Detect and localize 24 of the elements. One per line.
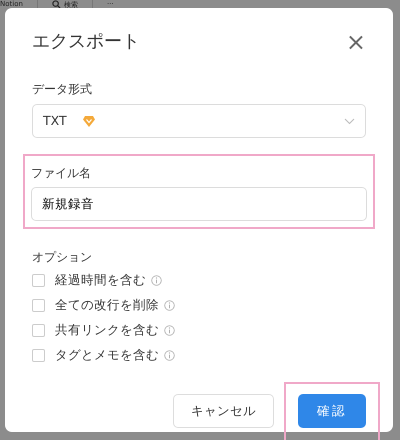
checkbox[interactable]	[32, 324, 45, 337]
cancel-button[interactable]: キャンセル	[173, 394, 274, 428]
search-icon	[52, 0, 61, 8]
dialog-title: エクスポート	[32, 30, 140, 54]
format-select[interactable]: TXT	[32, 104, 366, 138]
option-label: 経過時間を含む	[55, 271, 146, 290]
info-icon	[164, 350, 175, 361]
chevron-down-icon	[344, 118, 355, 124]
close-button[interactable]: ×	[346, 30, 366, 54]
select-value: TXT	[43, 112, 67, 130]
option-label: タグとメモを含む	[55, 346, 159, 364]
info-icon	[164, 300, 175, 311]
info-icon	[151, 275, 162, 286]
confirm-button[interactable]: 確認	[298, 394, 366, 428]
info-icon	[164, 325, 175, 336]
option-label: 全ての改行を削除	[55, 296, 159, 314]
checkbox[interactable]	[32, 299, 45, 312]
checkbox[interactable]	[32, 274, 45, 287]
field-label: ファイル名	[31, 165, 91, 181]
option-label: 共有リンクを含む	[55, 321, 159, 340]
file-name-field[interactable]: 新規録音	[31, 187, 367, 221]
field-label: データ形式	[32, 81, 92, 97]
section-label: オプション	[32, 249, 92, 265]
checkbox[interactable]	[32, 349, 45, 362]
